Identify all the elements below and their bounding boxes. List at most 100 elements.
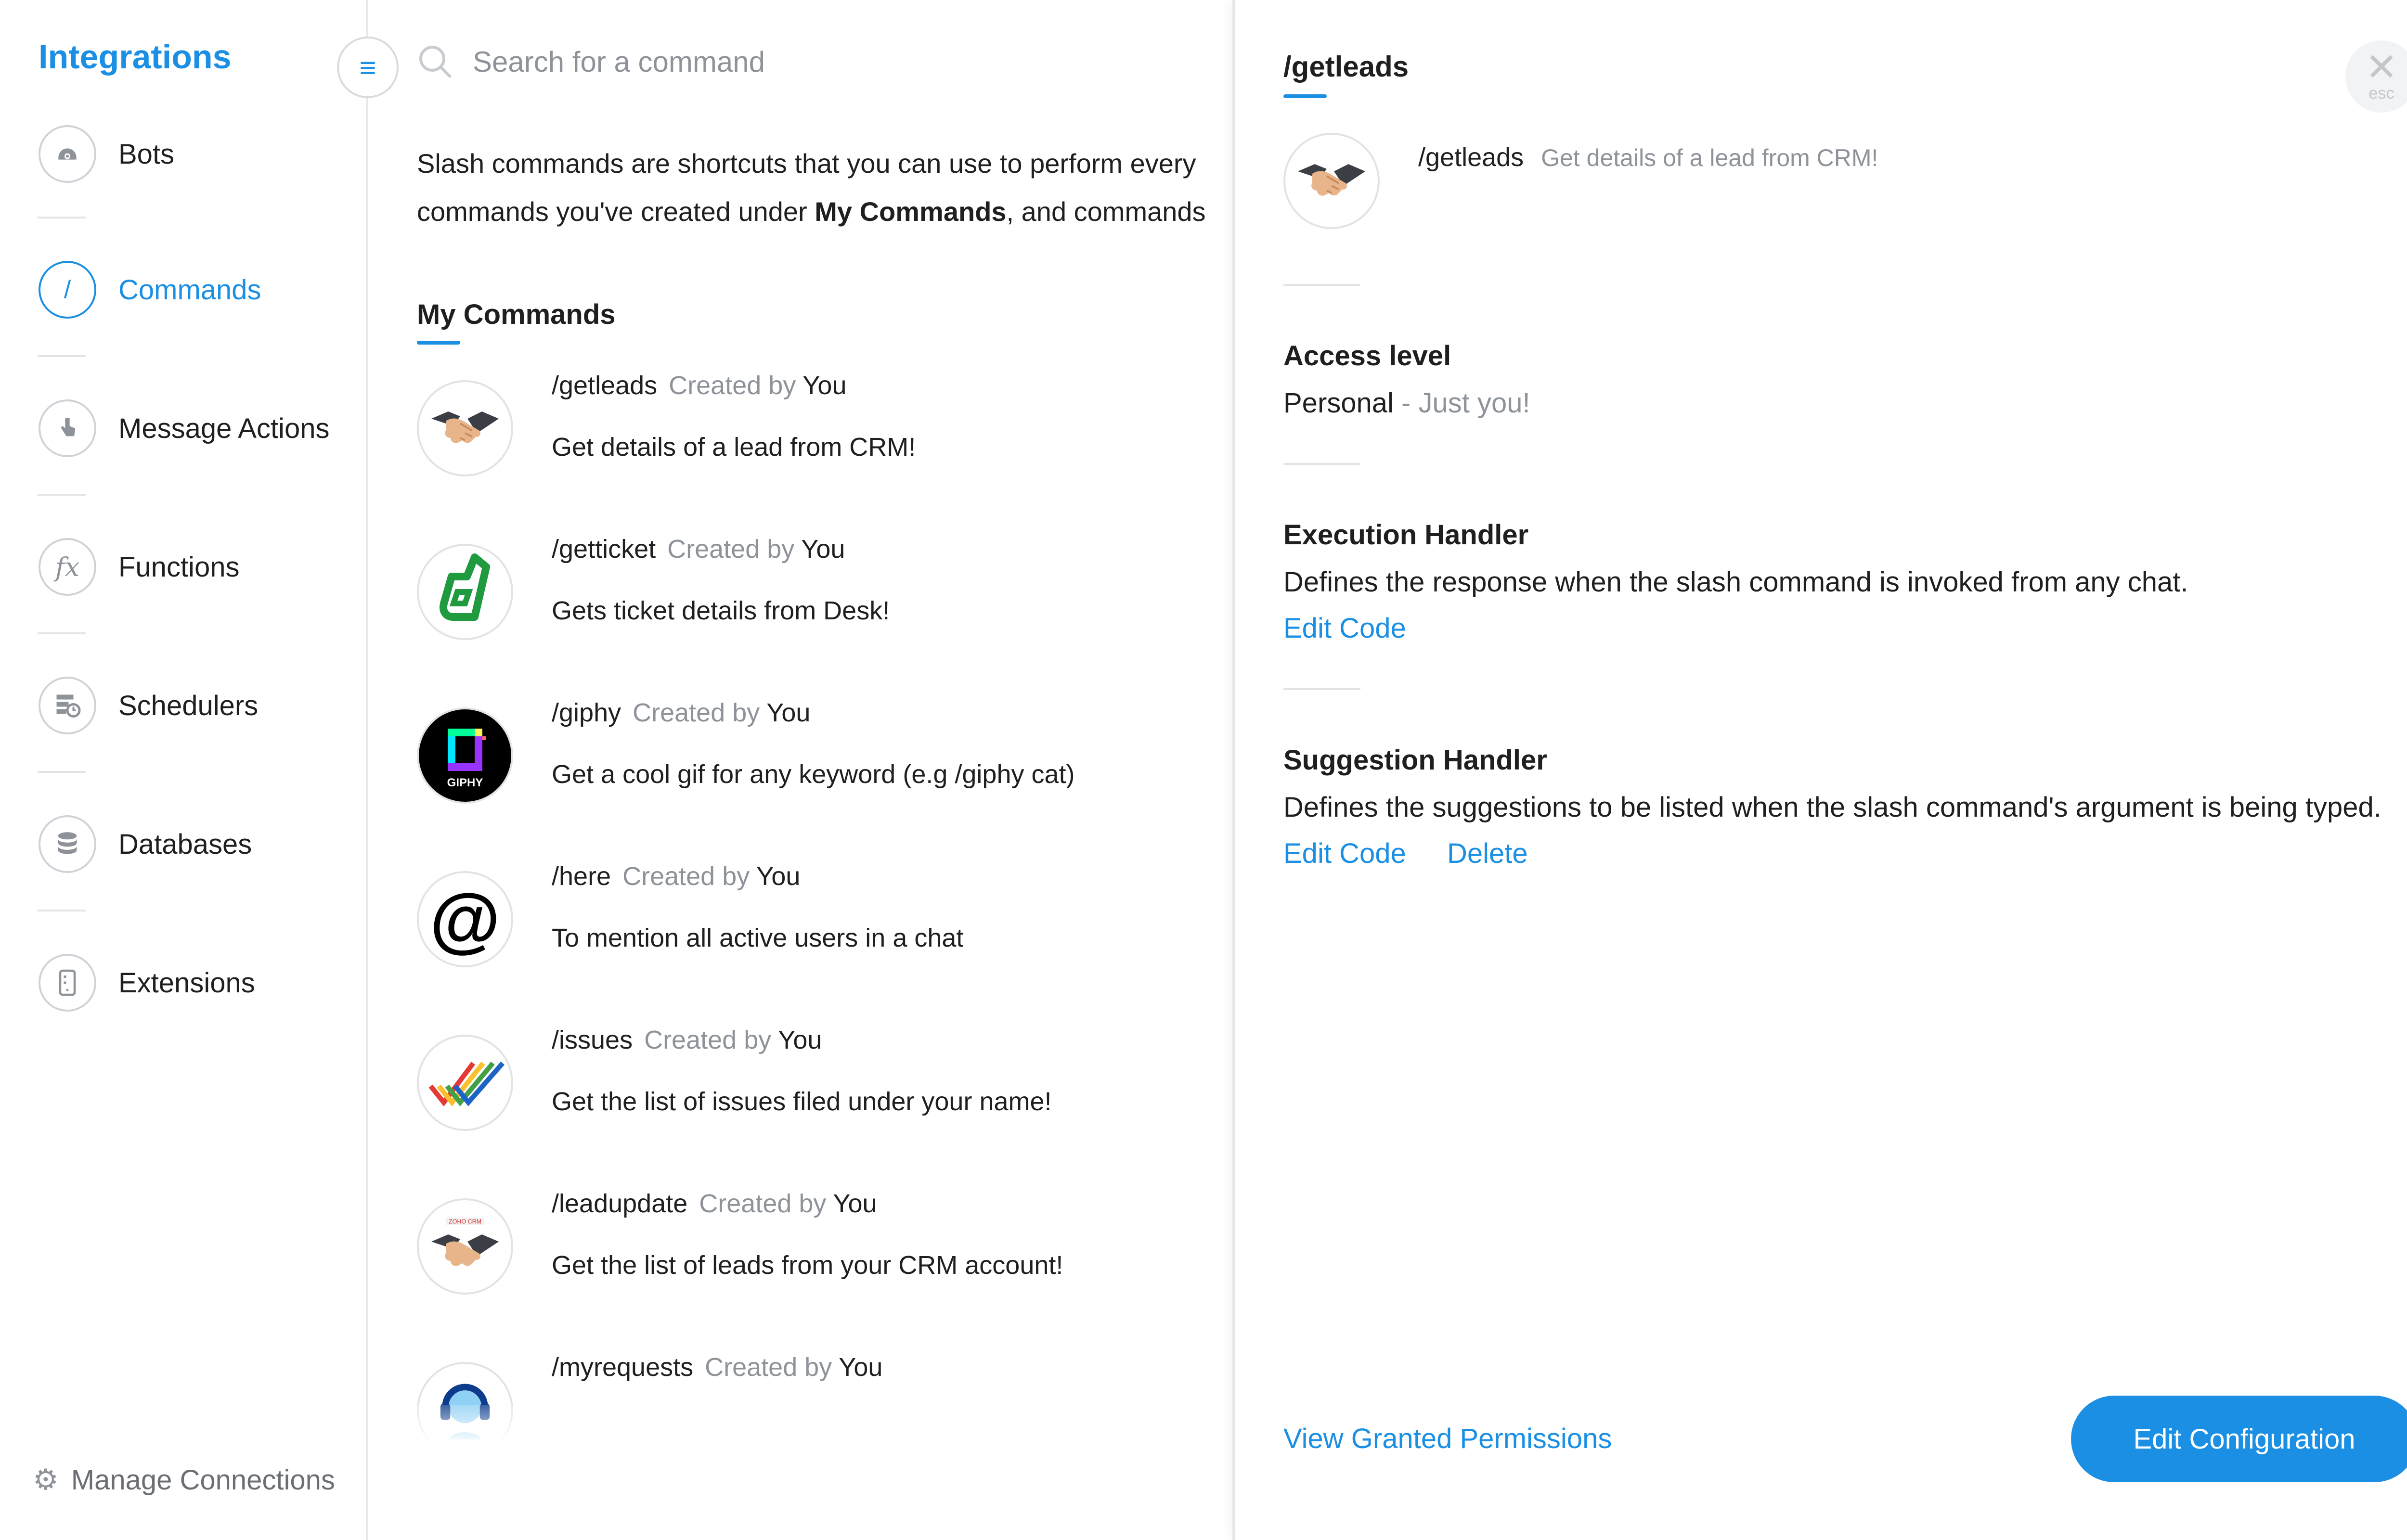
created-by-label: Created by xyxy=(705,1353,832,1382)
database-icon xyxy=(39,815,96,873)
esc-hint: esc xyxy=(2368,84,2394,103)
divider xyxy=(38,632,86,634)
list-fade-overlay xyxy=(368,1405,1234,1463)
detail-command-name: /getleads Get details of a lead from CRM! xyxy=(1418,142,1878,172)
command-name-text: /myrequests xyxy=(552,1353,694,1382)
access-value: Personal xyxy=(1283,387,1394,419)
execution-handler-title: Execution Handler xyxy=(1283,519,1529,551)
command-name-text: /getticket xyxy=(552,535,656,564)
edit-configuration-button[interactable]: Edit Configuration xyxy=(2071,1396,2407,1482)
edit-suggestion-code-link[interactable]: Edit Code xyxy=(1283,837,1406,870)
sidebar-item-extensions[interactable]: Extensions xyxy=(39,949,347,1016)
manage-connections-link[interactable]: ⚙ Manage Connections xyxy=(33,1463,335,1497)
command-item-giphy[interactable]: GIPHY /giphy Created by You Get a cool gi… xyxy=(417,698,1235,813)
menu-toggle-button[interactable]: ≡ xyxy=(337,37,399,98)
sidebar: Integrations Bots / Commands Message Act… xyxy=(0,0,368,1540)
created-by-user: You xyxy=(756,862,801,891)
command-name-text: /issues xyxy=(552,1026,633,1054)
heading-underline xyxy=(417,341,460,345)
divider xyxy=(38,355,86,357)
execution-handler-text: Defines the response when the slash comm… xyxy=(1283,566,2188,598)
command-item-issues[interactable]: /issues Created by You Get the list of is… xyxy=(417,1025,1235,1141)
command-item-getleads[interactable]: /getleads Created by You Get details of a… xyxy=(417,371,1235,486)
command-item-getticket[interactable]: /getticket Created by You Gets ticket det… xyxy=(417,534,1235,650)
command-detail-panel: /getleads ✕ esc /getleads Get details of … xyxy=(1232,0,2407,1540)
command-item-leadupdate[interactable]: ZOHO CRM /leadupdate Created by You Get t… xyxy=(417,1189,1235,1304)
search-icon xyxy=(419,46,452,78)
intro-text: Slash commands are shortcuts that you ca… xyxy=(417,140,1235,241)
divider xyxy=(1283,284,1360,286)
divider xyxy=(38,217,86,218)
pointer-hand-icon xyxy=(39,399,96,457)
created-by-label: Created by xyxy=(699,1189,827,1218)
access-level-value: Personal - Just you! xyxy=(1283,387,1530,419)
created-by-user: You xyxy=(839,1353,883,1382)
created-by-user: You xyxy=(778,1026,822,1054)
created-by-label: Created by xyxy=(669,371,796,400)
access-note: - Just you! xyxy=(1393,387,1530,419)
command-description: Get a cool gif for any keyword (e.g /gip… xyxy=(552,760,1075,789)
divider xyxy=(38,910,86,911)
sidebar-item-message-actions[interactable]: Message Actions xyxy=(39,395,347,462)
edit-execution-code-link[interactable]: Edit Code xyxy=(1283,612,1406,644)
intro-line-1: Slash commands are shortcuts that you ca… xyxy=(417,148,1196,179)
divider xyxy=(38,494,86,496)
close-button[interactable]: ✕ esc xyxy=(2345,40,2407,113)
command-name: /issues Created by You xyxy=(552,1025,822,1055)
sidebar-item-label: Extensions xyxy=(118,967,255,999)
sidebar-item-label: Schedulers xyxy=(118,690,259,721)
checkmarks-icon xyxy=(417,1035,513,1131)
my-commands-heading: My Commands xyxy=(417,299,616,330)
command-description: Get details of a lead from CRM! xyxy=(552,433,916,462)
command-name: /getleads Created by You xyxy=(552,371,846,400)
fx-icon: fx xyxy=(39,538,96,596)
command-description: Get the list of leads from your CRM acco… xyxy=(552,1251,1063,1280)
command-description: Get the list of issues filed under your … xyxy=(552,1087,1052,1116)
panel-title: /getleads xyxy=(1283,51,1409,83)
desk-icon xyxy=(417,544,513,640)
handshake-icon xyxy=(417,380,513,476)
crm-handshake-icon: ZOHO CRM xyxy=(417,1198,513,1295)
detail-name-text: /getleads xyxy=(1418,143,1524,172)
delete-suggestion-link[interactable]: Delete xyxy=(1447,837,1528,870)
divider xyxy=(38,771,86,773)
sidebar-item-commands[interactable]: / Commands xyxy=(39,256,347,323)
view-granted-permissions-link[interactable]: View Granted Permissions xyxy=(1283,1423,1612,1455)
extension-icon xyxy=(39,954,96,1012)
command-item-here[interactable]: @ /here Created by You To mention all act… xyxy=(417,861,1235,977)
hamburger-icon: ≡ xyxy=(359,51,376,84)
manage-connections-label: Manage Connections xyxy=(71,1464,335,1496)
suggestion-handler-text: Defines the suggestions to be listed whe… xyxy=(1283,792,2381,823)
gear-icon: ⚙ xyxy=(33,1463,59,1496)
scheduler-icon xyxy=(39,677,96,734)
command-name: /leadupdate Created by You xyxy=(552,1189,877,1219)
command-description: Gets ticket details from Desk! xyxy=(552,596,890,625)
command-name-text: /leadupdate xyxy=(552,1189,688,1218)
command-name: /myrequests Created by You xyxy=(552,1352,882,1382)
handshake-icon xyxy=(1283,133,1380,229)
divider xyxy=(1283,688,1360,690)
command-name: /giphy Created by You xyxy=(552,698,810,728)
command-name-text: /giphy xyxy=(552,698,621,727)
search-input[interactable] xyxy=(472,44,1148,79)
created-by-user: You xyxy=(802,371,847,400)
sidebar-item-functions[interactable]: fx Functions xyxy=(39,533,347,601)
sidebar-item-label: Commands xyxy=(118,274,261,306)
command-name: /here Created by You xyxy=(552,861,800,891)
bot-icon xyxy=(39,125,96,183)
created-by-label: Created by xyxy=(622,862,750,891)
sidebar-item-databases[interactable]: Databases xyxy=(39,810,347,878)
suggestion-handler-title: Suggestion Handler xyxy=(1283,744,1547,776)
command-name: /getticket Created by You xyxy=(552,534,845,564)
crm-badge-text: ZOHO CRM xyxy=(449,1219,481,1225)
giphy-logo-text: GIPHY xyxy=(447,776,483,789)
sidebar-item-schedulers[interactable]: Schedulers xyxy=(39,672,347,739)
sidebar-item-label: Functions xyxy=(118,551,240,583)
access-level-title: Access level xyxy=(1283,340,1451,372)
sidebar-item-label: Bots xyxy=(118,138,175,170)
sidebar-item-bots[interactable]: Bots xyxy=(39,120,347,188)
sidebar-title: Integrations xyxy=(39,38,232,76)
created-by-user: You xyxy=(766,698,811,727)
intro-line-2: commands you've created under My Command… xyxy=(417,188,1235,236)
command-description: To mention all active users in a chat xyxy=(552,924,964,952)
